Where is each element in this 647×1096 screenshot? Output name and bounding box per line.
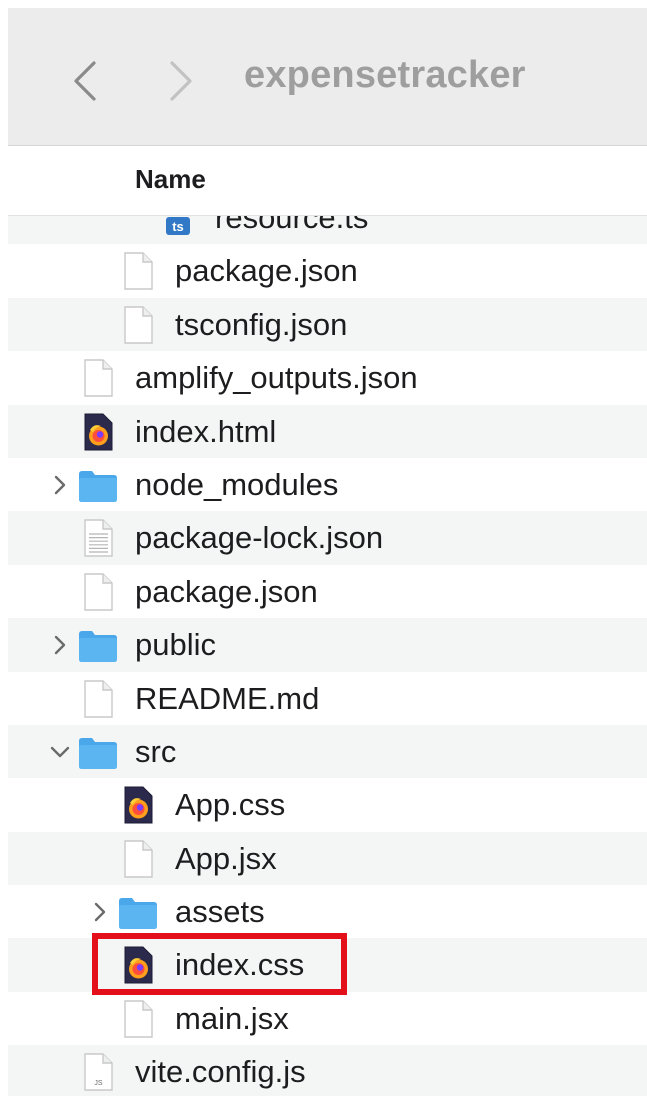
firefox-file-icon: [81, 413, 115, 451]
document-icon: [81, 679, 115, 718]
chevron-right-icon: [170, 61, 192, 101]
disclosure-chevron-down-icon[interactable]: [50, 741, 70, 763]
file-name: node_modules: [135, 466, 339, 502]
folder-icon: [78, 466, 118, 504]
disclosure-chevron-right-icon[interactable]: [50, 634, 70, 656]
disclosure-chevron-right-icon[interactable]: [90, 901, 110, 923]
folder-icon: [118, 893, 158, 931]
file-row[interactable]: main.jsx: [8, 992, 647, 1045]
typescript-file-icon: ts: [161, 216, 195, 237]
svg-text:ts: ts: [172, 219, 184, 234]
document-icon: [121, 1000, 155, 1038]
toolbar: expensetracker: [8, 8, 647, 146]
column-header: Name: [8, 146, 647, 216]
firefox-file-icon: [121, 946, 155, 984]
file-name: src: [135, 733, 177, 769]
file-row[interactable]: node_modules: [8, 458, 647, 511]
text-document-icon: [81, 519, 115, 558]
file-name: App.css: [175, 787, 286, 823]
file-row[interactable]: ts resource.ts: [8, 216, 647, 245]
js-file-icon: JS: [81, 1053, 115, 1091]
file-name: resource.ts: [215, 216, 369, 235]
file-name: tsconfig.json: [175, 306, 348, 342]
file-name: index.html: [135, 413, 277, 449]
file-name: package-lock.json: [135, 520, 384, 556]
file-row[interactable]: package.json: [8, 244, 647, 297]
file-name: public: [135, 627, 216, 663]
document-icon: [81, 359, 115, 397]
file-row[interactable]: public: [8, 618, 647, 672]
file-row[interactable]: App.css: [8, 778, 647, 831]
firefox-file-icon: [121, 786, 155, 824]
file-row[interactable]: App.jsx: [8, 831, 647, 886]
window-title: expensetracker: [244, 54, 526, 96]
back-button[interactable]: [66, 58, 106, 104]
file-name: assets: [175, 894, 265, 930]
file-name: package.json: [175, 253, 358, 289]
disclosure-chevron-right-icon[interactable]: [50, 474, 70, 496]
file-rows: ts resource.ts package.json tsconfig.json am…: [8, 216, 647, 1096]
file-name: index.css: [175, 947, 305, 983]
file-row[interactable]: index.css: [8, 938, 647, 992]
file-row[interactable]: package.json: [8, 565, 647, 618]
file-row[interactable]: src: [8, 724, 647, 779]
folder-icon: [78, 733, 118, 771]
document-icon: [81, 573, 115, 611]
file-name: main.jsx: [175, 1000, 289, 1036]
finder-window: expensetracker Name ts resource.ts package…: [0, 0, 647, 1096]
file-list[interactable]: ts resource.ts package.json tsconfig.json am…: [8, 216, 647, 1096]
name-column-header[interactable]: Name: [135, 164, 206, 195]
file-row[interactable]: amplify_outputs.json: [8, 351, 647, 404]
file-name: vite.config.js: [135, 1054, 306, 1090]
file-row[interactable]: README.md: [8, 672, 647, 725]
file-row[interactable]: package-lock.json: [8, 511, 647, 565]
folder-icon: [78, 626, 118, 664]
forward-button[interactable]: [160, 58, 200, 104]
document-icon: [121, 839, 155, 878]
document-icon: [121, 252, 155, 291]
file-name: package.json: [135, 573, 318, 609]
file-name: README.md: [135, 680, 320, 716]
svg-text:JS: JS: [94, 1080, 103, 1087]
file-row[interactable]: assets: [8, 885, 647, 938]
file-row[interactable]: tsconfig.json: [8, 297, 647, 352]
file-name: App.jsx: [175, 840, 277, 876]
chevron-left-icon: [74, 61, 96, 101]
file-name: amplify_outputs.json: [135, 360, 418, 396]
file-row[interactable]: index.html: [8, 404, 647, 458]
file-row[interactable]: JS vite.config.js: [8, 1045, 647, 1096]
document-icon: [121, 306, 155, 344]
